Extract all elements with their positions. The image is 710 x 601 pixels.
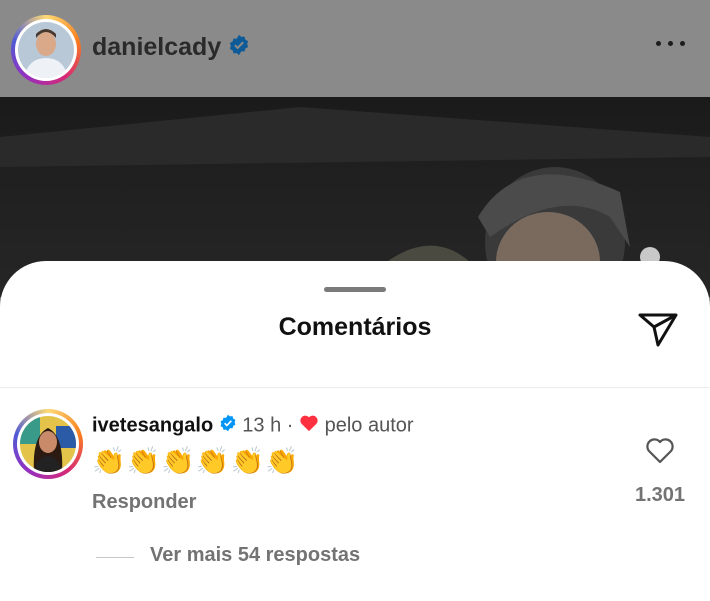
avatar-photo <box>20 416 76 472</box>
verified-badge-icon <box>228 34 250 63</box>
post-author-username[interactable]: danielcady <box>92 33 250 63</box>
sheet-title: Comentários <box>278 313 432 341</box>
view-more-replies-button[interactable]: Ver mais 54 respostas <box>150 544 360 567</box>
post-author-avatar[interactable] <box>11 15 81 85</box>
comment-username[interactable]: ivetesangalo <box>92 414 213 436</box>
verified-badge-icon <box>219 414 237 438</box>
meta-separator: · <box>286 414 294 437</box>
comments-sheet: Comentários ivetesangalo 13 h · pelo aut… <box>0 261 710 601</box>
comment-time: 13 h <box>242 414 282 437</box>
comment-header: ivetesangalo 13 h · pelo autor <box>92 414 414 438</box>
post-username-text[interactable]: danielcady <box>92 33 221 61</box>
more-options-icon[interactable] <box>656 38 686 48</box>
like-count: 1.301 <box>634 484 686 506</box>
replies-divider-line <box>96 557 134 558</box>
post-header: danielcady <box>0 0 710 97</box>
comment-text: 👏👏👏👏👏👏 <box>92 446 300 476</box>
heart-outline-icon[interactable] <box>645 437 675 465</box>
liked-by-author-label: pelo autor <box>324 414 414 437</box>
heart-filled-icon <box>299 414 319 438</box>
send-icon[interactable] <box>636 307 680 351</box>
commenter-avatar[interactable] <box>13 409 83 479</box>
sheet-drag-handle[interactable] <box>324 287 386 292</box>
avatar-photo <box>18 22 74 78</box>
sheet-divider <box>0 387 710 388</box>
reply-button[interactable]: Responder <box>92 491 196 514</box>
